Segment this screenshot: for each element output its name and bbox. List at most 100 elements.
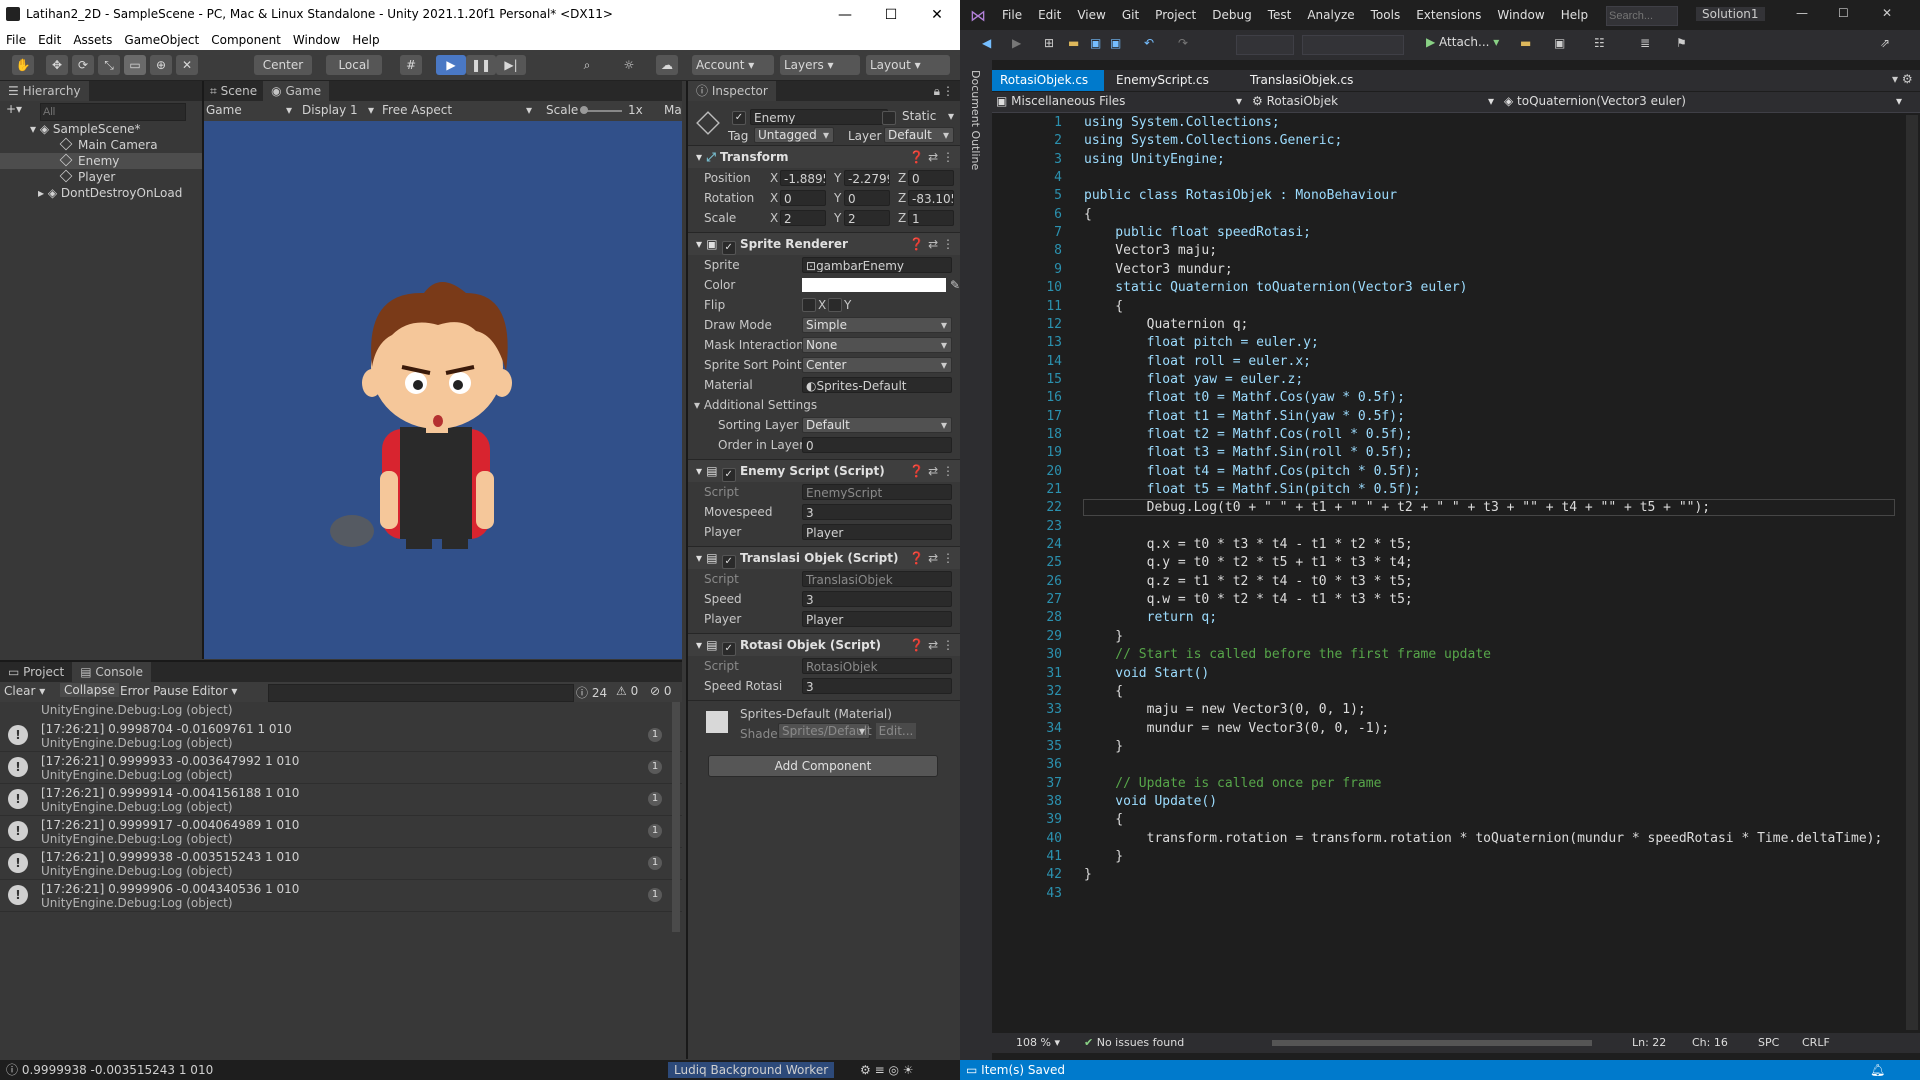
lock-icon[interactable]: 🔒︎ xyxy=(934,81,940,101)
configuration-dropdown[interactable] xyxy=(1236,35,1294,55)
code-line[interactable]: float t4 = Mathf.Cos(pitch * 0.5f); xyxy=(1084,464,1421,479)
collab-icon[interactable]: ☼ xyxy=(618,55,640,75)
warning-count-toggle[interactable]: ⚠ 0 xyxy=(616,684,638,698)
zoom-dropdown[interactable]: 108 % ▾ xyxy=(1016,1033,1060,1053)
tab-translasiobjek[interactable]: TranslasiObjek.cs xyxy=(1242,70,1361,91)
tab-scene[interactable]: ⌗ Scene xyxy=(204,81,263,101)
menu-view[interactable]: View xyxy=(1069,0,1113,30)
horizontal-scrollbar[interactable] xyxy=(1272,1040,1592,1046)
menu-project[interactable]: Project xyxy=(1147,0,1204,30)
game-viewport[interactable] xyxy=(204,121,682,659)
console-row[interactable]: ! [17:26:21] 0.9998704 -0.01609761 1 010 U… xyxy=(0,720,682,752)
code-line[interactable]: Vector3 mundur; xyxy=(1084,262,1232,277)
search-icon[interactable]: ⌕ xyxy=(576,55,598,75)
layer-dropdown[interactable]: Default xyxy=(884,127,954,143)
code-line[interactable]: Vector3 maju; xyxy=(1084,243,1217,258)
minimize-icon[interactable]: — xyxy=(822,0,868,30)
tab-rotasiobjek[interactable]: RotasiObjek.cs ⊸ ✕ xyxy=(992,70,1104,108)
code-line[interactable]: transform.rotation = transform.rotation … xyxy=(1084,831,1883,846)
console-row[interactable]: ! [17:26:21] 0.9999914 -0.004156188 1 010… xyxy=(0,784,682,816)
menu-file[interactable]: File xyxy=(994,0,1030,30)
scale-tool-icon[interactable]: ⤡ xyxy=(98,55,120,75)
code-line[interactable]: } xyxy=(1084,867,1092,882)
more-icon[interactable]: ⋮ xyxy=(942,81,954,101)
sorting-layer-dropdown[interactable]: Default xyxy=(802,417,952,433)
code-line[interactable]: q.y = t0 * t2 * t5 + t1 * t3 * t4; xyxy=(1084,555,1413,570)
whitespace-mode[interactable]: SPC xyxy=(1758,1033,1779,1053)
code-line[interactable]: q.z = t1 * t2 * t4 - t0 * t3 * t5; xyxy=(1084,574,1413,589)
toolbar-icon[interactable]: ☷ xyxy=(1594,36,1605,50)
code-line[interactable]: float t1 = Mathf.Sin(yaw * 0.5f); xyxy=(1084,409,1405,424)
shader-edit-button[interactable]: Edit... xyxy=(876,723,916,739)
toolbar-icon[interactable]: ▣ xyxy=(1554,36,1565,50)
position-y-field[interactable]: -2.2799 xyxy=(844,170,890,186)
component-menu-icon[interactable]: ❓ ⇄ ⋮ xyxy=(909,547,954,569)
minimize-icon[interactable]: — xyxy=(1796,6,1808,20)
tab-overflow-icon[interactable]: ▾ ⚙ xyxy=(1892,72,1913,86)
tab-console[interactable]: ▤ Console xyxy=(72,662,152,682)
console-scrollbar[interactable] xyxy=(672,702,680,932)
console-row[interactable]: ! [17:26:21] 0.9999938 -0.003515243 1 010… xyxy=(0,848,682,880)
forward-icon[interactable]: ▶ xyxy=(1012,36,1021,50)
play-button[interactable]: ▶ xyxy=(436,55,466,75)
cloud-icon[interactable]: ☁ xyxy=(656,55,678,75)
sprite-renderer-header[interactable]: ▾ ▣ ✓ Sprite Renderer ❓ ⇄ ⋮ xyxy=(688,232,962,255)
error-count-toggle[interactable]: ⊘ 0 xyxy=(650,684,672,698)
active-checkbox[interactable]: ✓ xyxy=(732,111,746,125)
menu-edit[interactable]: Edit xyxy=(32,30,67,50)
code-line[interactable]: using System.Collections.Generic; xyxy=(1084,133,1342,148)
menu-component[interactable]: Component xyxy=(205,30,287,50)
project-dropdown[interactable]: ▣ Miscellaneous Files ▾ xyxy=(996,94,1244,108)
rotate-tool-icon[interactable]: ⟳ xyxy=(72,55,94,75)
menu-help[interactable]: Help xyxy=(1553,0,1596,30)
notifications-icon[interactable]: 🔔︎ xyxy=(1870,1060,1885,1080)
scale-y-field[interactable]: 2 xyxy=(844,210,890,226)
movespeed-field[interactable]: 3 xyxy=(802,504,952,520)
toolbar-icon[interactable]: ≣ xyxy=(1640,36,1650,50)
code-line[interactable]: } xyxy=(1084,849,1123,864)
component-menu-icon[interactable]: ❓ ⇄ ⋮ xyxy=(909,634,954,656)
menu-window[interactable]: Window xyxy=(287,30,346,50)
code-line[interactable]: // Start is called before the first fram… xyxy=(1084,647,1491,662)
vs-search-input[interactable] xyxy=(1606,6,1678,26)
layers-dropdown[interactable]: Layers ▾ xyxy=(780,55,860,75)
code-line[interactable]: { xyxy=(1084,812,1123,827)
sprite-renderer-enabled-checkbox[interactable]: ✓ xyxy=(721,241,736,255)
document-outline-tab[interactable]: Document Outline xyxy=(969,70,982,170)
code-line[interactable]: } xyxy=(1084,739,1123,754)
code-line[interactable]: float t0 = Mathf.Cos(yaw * 0.5f); xyxy=(1084,390,1405,405)
editor-dropdown[interactable]: Editor ▾ xyxy=(192,684,237,698)
menu-file[interactable]: File xyxy=(0,30,32,50)
menu-assets[interactable]: Assets xyxy=(67,30,118,50)
pivot-local-button[interactable]: Local xyxy=(326,55,382,75)
console-row[interactable]: ! [17:26:21] 0.9999906 -0.004340536 1 010… xyxy=(0,880,682,912)
custom-tool-icon[interactable]: ✕ xyxy=(176,55,198,75)
bookmark-icon[interactable]: ⚑ xyxy=(1676,36,1687,50)
code-editor[interactable]: 1 using System.Collections; 2 using System.… xyxy=(992,113,1908,1033)
menu-debug[interactable]: Debug xyxy=(1204,0,1259,30)
hierarchy-item-samplescene[interactable]: ▾ ◈ SampleScene* xyxy=(0,121,202,137)
code-line[interactable]: { xyxy=(1084,299,1123,314)
code-line[interactable]: float pitch = euler.y; xyxy=(1084,335,1319,350)
account-dropdown[interactable]: Account ▾ xyxy=(692,55,774,75)
eyedropper-icon[interactable]: ✎ xyxy=(950,275,960,295)
menu-extensions[interactable]: Extensions xyxy=(1408,0,1489,30)
rotation-x-field[interactable]: 0 xyxy=(780,190,826,206)
code-line[interactable]: Debug.Log(t0 + " " + t1 + " " + t2 + " "… xyxy=(1083,499,1895,516)
log-count-toggle[interactable]: ⓘ 24 xyxy=(576,684,607,701)
menu-tools[interactable]: Tools xyxy=(1363,0,1409,30)
position-x-field[interactable]: -1.8895 xyxy=(780,170,826,186)
line-ending[interactable]: CRLF xyxy=(1802,1033,1830,1053)
scale-slider[interactable] xyxy=(582,110,622,112)
game-dropdown[interactable]: Game ▾ xyxy=(206,103,292,117)
hierarchy-item-enemy[interactable]: Enemy xyxy=(0,153,202,169)
code-line[interactable]: using UnityEngine; xyxy=(1084,152,1225,167)
position-z-field[interactable]: 0 xyxy=(908,170,954,186)
clear-button[interactable]: Clear ▾ xyxy=(4,684,45,698)
tab-enemyscript[interactable]: EnemyScript.cs xyxy=(1108,70,1217,91)
rotasi-header[interactable]: ▾ ▤ ✓ Rotasi Objek (Script) ❓ ⇄ ⋮ xyxy=(688,633,962,656)
move-tool-icon[interactable]: ✥ xyxy=(46,55,68,75)
component-menu-icon[interactable]: ❓ ⇄ ⋮ xyxy=(909,146,954,168)
speed-rotasi-field[interactable]: 3 xyxy=(802,678,952,694)
tag-dropdown[interactable]: Untagged xyxy=(754,127,834,143)
